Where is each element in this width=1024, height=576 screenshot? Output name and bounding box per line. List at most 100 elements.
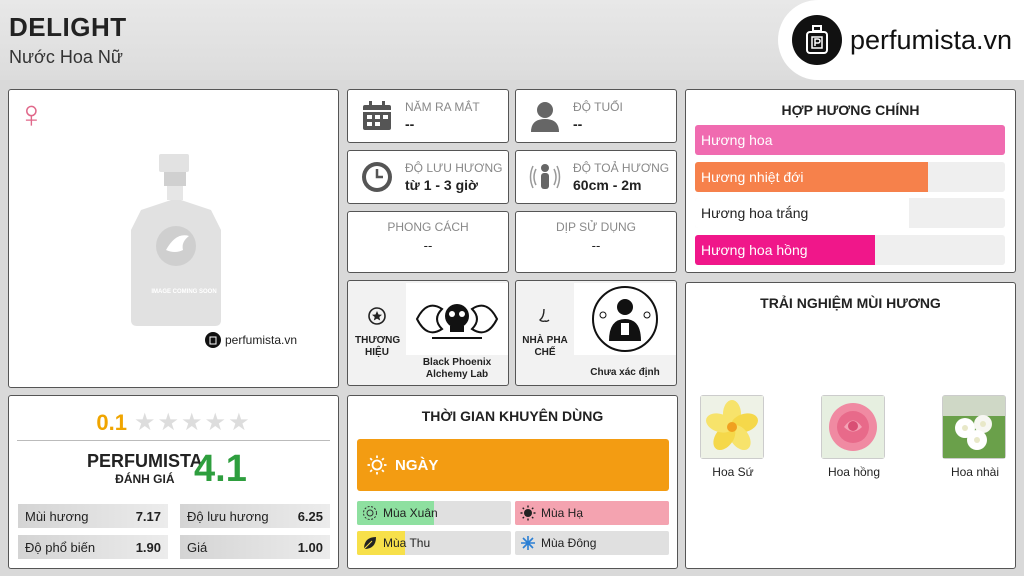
season-label: Mùa Đông: [541, 536, 597, 550]
recommended-time-card: THỜI GIAN KHUYÊN DÙNG NGÀY Mùa Xuân Mùa …: [347, 395, 678, 569]
tile-label: PHONG CÁCH: [387, 220, 469, 234]
nose-icon: [536, 307, 554, 329]
main-accords-card: HỢP HƯƠNG CHÍNH Hương hoa Hương nhiệt đớ…: [685, 89, 1016, 273]
note-name: Hoa Sứ: [712, 465, 754, 479]
metric-value: 1.00: [297, 539, 323, 555]
tile-value: từ 1 - 3 giờ: [405, 177, 478, 193]
day-label: NGÀY: [395, 456, 439, 474]
perfumista-rating-label: PERFUMISTA ĐÁNH GIÁ: [87, 451, 203, 486]
frangipani-image: [700, 395, 764, 459]
longevity-tile: ĐỘ LƯU HƯƠNG từ 1 - 3 giờ: [347, 150, 509, 204]
sillage-tile: ĐỘ TOẢ HƯƠNG 60cm - 2m: [515, 150, 677, 204]
snowflake-icon: [520, 535, 536, 551]
site-logo[interactable]: perfumista.vn: [778, 0, 1024, 80]
tile-label: DỊP SỬ DỤNG: [555, 220, 637, 234]
season-winter: Mùa Đông: [515, 531, 669, 555]
brand-label-area: THƯƠNG HIỆU: [348, 281, 406, 385]
jasmine-image: [942, 395, 1006, 459]
summer-icon: [520, 505, 536, 521]
star-icon[interactable]: ★: [134, 408, 156, 437]
scent-notes-card: TRẢI NGHIỆM MÙI HƯƠNG Hoa Sứ Hoa hồng Ho…: [685, 282, 1016, 569]
tile-value: --: [405, 116, 415, 132]
brand-logo-image: [406, 283, 508, 355]
page-subtitle: Nước Hoa Nữ: [9, 47, 123, 67]
star-icon[interactable]: ★: [205, 408, 227, 437]
star-badge-icon: [368, 307, 386, 329]
perfumer-label-area: NHÀ PHA CHẾ: [516, 281, 574, 385]
calendar-icon: [361, 100, 393, 132]
perfumer-label: NHÀ PHA CHẾ: [522, 335, 568, 358]
user-score: 0.1: [96, 409, 127, 435]
perfume-bottle-placeholder: [121, 150, 231, 331]
metric-label: Giá: [187, 539, 208, 555]
metric-popularity: Độ phổ biến 1.90: [18, 535, 168, 559]
style-tile: PHONG CÁCH --: [347, 211, 509, 273]
notes-heading: TRẢI NGHIỆM MÙI HƯƠNG: [760, 295, 941, 311]
header: DELIGHT Nước Hoa Nữ perfumista.vn: [0, 0, 1024, 80]
metric-label: Mùi hương: [25, 508, 89, 524]
metric-value: 1.90: [135, 539, 161, 555]
tile-label: ĐỘ TUỔI: [573, 100, 623, 114]
perfumista-score: 4.1: [194, 448, 247, 490]
accords-heading: HỢP HƯƠNG CHÍNH: [781, 102, 920, 118]
season-summer: Mùa Hạ: [515, 501, 669, 525]
time-heading: THỜI GIAN KHUYÊN DÙNG: [421, 408, 604, 424]
tile-value: 60cm - 2m: [573, 177, 642, 193]
season-label: Mùa Hạ: [541, 506, 584, 520]
divider: [17, 440, 330, 441]
perfume-bottle-logo-icon: [792, 15, 842, 65]
note-item[interactable]: Hoa nhài: [942, 395, 1008, 479]
occasion-tile: DỊP SỬ DỤNG --: [515, 211, 677, 273]
accord-label: Hương hoa trắng: [701, 205, 809, 221]
accord-bar: Hương hoa trắng: [695, 198, 1005, 228]
note-item[interactable]: Hoa Sứ: [700, 395, 766, 479]
rose-image: [821, 395, 885, 459]
rating-card: 0.1 ★ ★ ★ ★ ★ PERFUMISTA ĐÁNH GIÁ 4.1 Mù…: [8, 395, 339, 569]
day-bar: NGÀY: [357, 439, 669, 491]
watermark: perfumista.vn: [205, 332, 297, 348]
tile-label: NĂM RA MẮT: [405, 100, 480, 114]
brand-name: Black Phoenix Alchemy Lab: [422, 357, 492, 380]
perfume-bottle-logo-icon: [205, 332, 221, 348]
metric-price: Giá 1.00: [180, 535, 330, 559]
product-image-card: ♀ IMAGE COMING SOON perfumista.vn: [8, 89, 339, 388]
accord-label: Hương hoa: [701, 132, 773, 148]
star-icon[interactable]: ★: [181, 408, 203, 437]
clock-icon: [361, 161, 393, 193]
age-tile: ĐỘ TUỔI --: [515, 89, 677, 143]
user-rating: 0.1 ★ ★ ★ ★ ★: [9, 408, 338, 437]
perfumista-label: PERFUMISTA: [87, 451, 203, 471]
note-item[interactable]: Hoa hồng: [821, 395, 887, 479]
tile-label: ĐỘ LƯU HƯƠNG: [405, 161, 503, 175]
season-label: Mùa Xuân: [383, 506, 438, 520]
release-year-tile: NĂM RA MẮT --: [347, 89, 509, 143]
leaf-icon: [362, 535, 378, 551]
perfumer-name: Chưa xác định: [590, 367, 660, 378]
metric-longevity: Độ lưu hương 6.25: [180, 504, 330, 528]
accord-bar: Hương hoa hồng: [695, 235, 1005, 265]
note-name: Hoa hồng: [827, 465, 881, 479]
star-icon[interactable]: ★: [158, 408, 180, 437]
tile-label: ĐỘ TOẢ HƯƠNG: [573, 161, 670, 175]
metric-value: 6.25: [297, 508, 323, 524]
brand-tile[interactable]: THƯƠNG HIỆU Black Phoenix Alchemy Lab: [347, 280, 509, 386]
tile-value: --: [423, 238, 433, 253]
metric-label: Độ lưu hương: [187, 508, 269, 524]
page-title: DELIGHT: [9, 12, 127, 42]
season-autumn: Mùa Thu: [357, 531, 511, 555]
note-name: Hoa nhài: [950, 465, 1000, 479]
sillage-icon: [529, 161, 561, 193]
brand-label: THƯƠNG HIỆU: [355, 335, 401, 358]
accord-label: Hương nhiệt đới: [701, 169, 804, 185]
metric-label: Độ phổ biến: [25, 539, 96, 555]
metric-value: 7.17: [135, 508, 161, 524]
logo-text: perfumista.vn: [850, 24, 1013, 55]
season-label: Mùa Thu: [383, 536, 431, 550]
star-icon[interactable]: ★: [228, 408, 250, 437]
season-spring: Mùa Xuân: [357, 501, 511, 525]
perfumer-tile[interactable]: NHÀ PHA CHẾ Chưa xác định: [515, 280, 677, 386]
metric-scent: Mùi hương 7.17: [18, 504, 168, 528]
watermark-text: perfumista.vn: [225, 333, 298, 347]
accord-bar: Hương hoa: [695, 125, 1005, 155]
sun-icon: [367, 455, 387, 475]
